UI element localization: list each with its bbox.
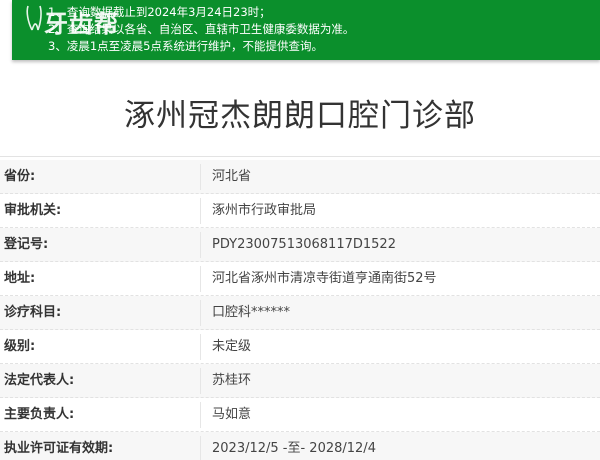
detail-row-license-validity: 执业许可证有效期: 2023/12/5 -至- 2028/12/4 [0,432,600,460]
notice-line-3: 3、凌晨1点至凌晨5点系统进行维护，不能提供查询。 [48,39,323,53]
detail-value: 河北省涿州市清凉寺街道亨通南街52号 [212,271,437,286]
notice-line-1: 1、查询数据截止到2024年3月24日23时； [48,5,271,19]
detail-row-level: 级别: 未定级 [0,330,600,364]
detail-row-departments: 诊疗科目: 口腔科****** [0,296,600,330]
detail-value: 苏桂环 [212,373,252,388]
notice-line-2: 2、查询结果以各省、自治区、直辖市卫生健康委数据为准。 [48,22,355,36]
detail-label: 级别: [4,339,36,354]
detail-label: 法定代表人: [4,373,75,388]
detail-label: 审批机关: [4,203,62,218]
detail-value: 涿州市行政审批局 [212,203,317,218]
column-divider [200,368,201,394]
detail-value: 马如意 [212,407,252,422]
column-divider [200,334,201,360]
detail-row-registration-number: 登记号: PDY23007513068117D1522 [0,228,600,262]
column-divider [200,300,201,326]
column-divider [200,232,201,258]
column-divider [200,402,201,428]
column-divider [200,436,201,460]
title-section: 涿州冠杰朗朗口腔门诊部 [0,60,600,157]
detail-value: 未定级 [212,339,252,354]
detail-label: 省份: [4,169,36,184]
detail-row-province: 省份: 河北省 [0,160,600,194]
column-divider [200,266,201,292]
column-divider [200,198,201,224]
detail-value: 口腔科****** [212,305,291,320]
detail-label: 主要负责人: [4,407,75,422]
detail-value: 2023/12/5 -至- 2028/12/4 [212,441,376,456]
detail-label: 地址: [4,271,36,286]
detail-value: 河北省 [212,169,252,184]
detail-row-address: 地址: 河北省涿州市清凉寺街道亨通南街52号 [0,262,600,296]
detail-row-legal-representative: 法定代表人: 苏桂环 [0,364,600,398]
detail-label: 执业许可证有效期: [4,441,114,456]
detail-row-principal: 主要负责人: 马如意 [0,398,600,432]
detail-label: 登记号: [4,237,49,252]
detail-label: 诊疗科目: [4,305,62,320]
notice-banner: 1、查询数据截止到2024年3月24日23时； 2、查询结果以各省、自治区、直辖… [12,0,600,60]
detail-value: PDY23007513068117D1522 [212,237,396,252]
page-title: 涿州冠杰朗朗口腔门诊部 [124,98,476,134]
detail-row-approval-authority: 审批机关: 涿州市行政审批局 [0,194,600,228]
details-table: 省份: 河北省 审批机关: 涿州市行政审批局 登记号: PDY230075130… [0,160,600,460]
column-divider [200,164,201,190]
page: 1、查询数据截止到2024年3月24日23时； 2、查询结果以各省、自治区、直辖… [0,0,600,460]
